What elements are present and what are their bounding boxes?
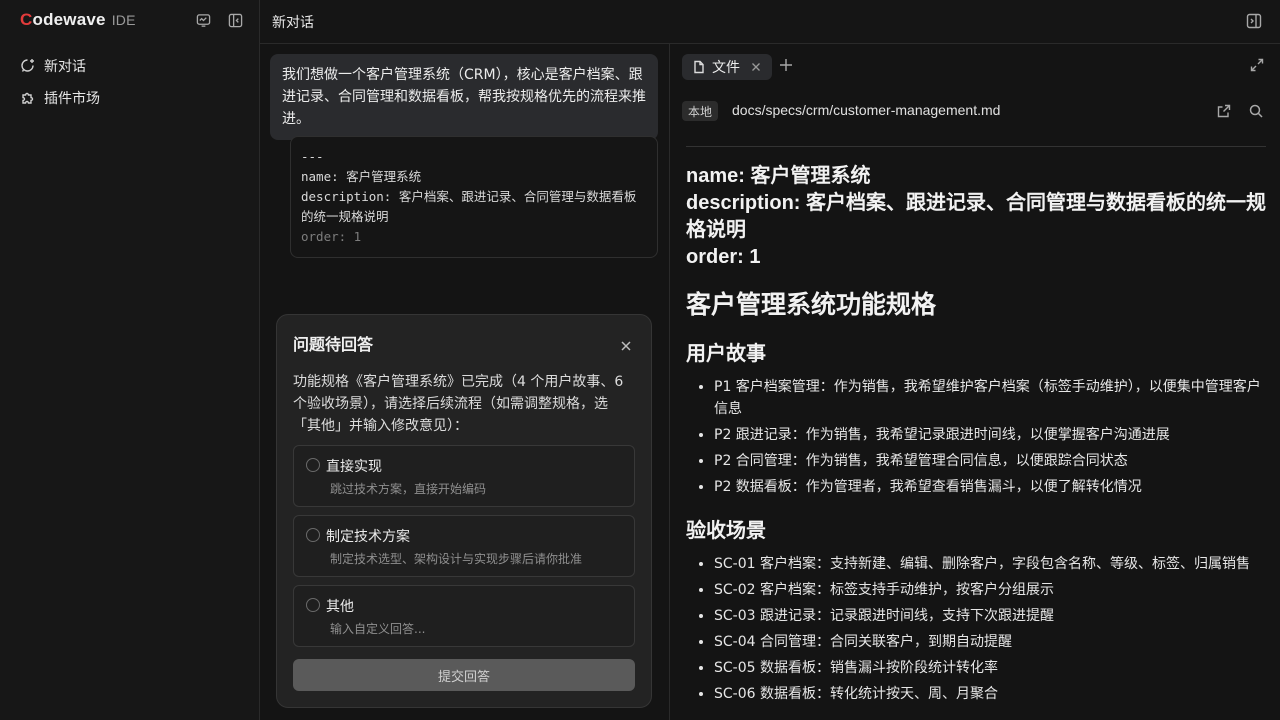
code-line: order: 1 xyxy=(301,229,362,244)
list-item: P2 合同管理：作为销售，我希望管理合同信息，以便跟踪合同状态 xyxy=(714,450,1266,472)
location-badge: 本地 xyxy=(682,101,719,121)
radio-button[interactable] xyxy=(306,528,320,542)
logo-suffix: IDE xyxy=(111,12,136,28)
add-tab-icon[interactable] xyxy=(778,57,794,73)
question-description: 功能规格《客户管理系统》已完成（4 个用户故事、6 个验收场景），请选择后续流程… xyxy=(293,374,624,434)
list-item: SC-06 数据看板：转化统计按天、周、月聚合 xyxy=(714,683,1266,705)
user-stories-list: P1 客户档案管理：作为销售，我希望维护客户档案（标签手动维护），以便集中管理客… xyxy=(686,376,1266,498)
conversation-title: 新对话 xyxy=(272,14,314,31)
option-direct-implement[interactable]: 直接实现 跳过技术方案，直接开始编码 xyxy=(293,445,635,507)
logo-name: odewave xyxy=(32,10,106,29)
option-other[interactable]: 其他 输入自定义回答... xyxy=(293,585,635,647)
collapse-sidebar-icon[interactable] xyxy=(226,11,244,29)
sidebar: Codewave IDE 新对话 插件市场 xyxy=(0,0,260,720)
code-line: --- xyxy=(301,149,324,164)
doc-heading-1: 客户管理系统功能规格 xyxy=(686,291,937,319)
tab-file[interactable]: 文件 xyxy=(682,54,772,80)
puzzle-icon xyxy=(20,90,36,106)
file-path: docs/specs/crm/customer-management.md xyxy=(732,102,1001,118)
close-icon[interactable] xyxy=(619,339,633,353)
chat-history-icon[interactable] xyxy=(194,11,212,29)
scenarios-list: SC-01 客户档案：支持新建、编辑、删除客户，字段包含名称、等级、标签、归属销… xyxy=(686,553,1266,705)
code-line: name: 客户管理系统 xyxy=(301,169,422,184)
open-external-icon[interactable] xyxy=(1216,103,1232,119)
list-item: SC-01 客户档案：支持新建、编辑、删除客户，字段包含名称、等级、标签、归属销… xyxy=(714,553,1266,575)
list-item: SC-02 客户档案：标签支持手动维护，按客户分组展示 xyxy=(714,579,1266,601)
radio-button[interactable] xyxy=(306,458,320,472)
submit-answer-button[interactable]: 提交回答 xyxy=(293,659,635,691)
markdown-preview: name: 客户管理系统 description: 客户档案、跟进记录、合同管理… xyxy=(686,146,1266,709)
user-message: 我们想做一个客户管理系统（CRM），核心是客户档案、跟进记录、合同管理和数据看板… xyxy=(270,54,658,140)
sidebar-header: Codewave IDE xyxy=(0,0,259,42)
sidebar-item-new-chat[interactable]: 新对话 xyxy=(0,50,259,82)
divider xyxy=(686,146,1266,147)
list-item: SC-04 合同管理：合同关联客户，到期自动提醒 xyxy=(714,631,1266,653)
sidebar-item-label: 插件市场 xyxy=(44,91,100,107)
doc-heading-scenarios: 验收场景 xyxy=(686,520,766,542)
frontmatter-line: name: 客户管理系统 xyxy=(686,165,871,187)
list-item: SC-05 数据看板：销售漏斗按阶段统计转化率 xyxy=(714,657,1266,679)
topbar: 新对话 xyxy=(260,0,1280,44)
doc-heading-stories: 用户故事 xyxy=(686,343,766,365)
app-logo: Codewave IDE xyxy=(20,10,136,30)
close-tab-icon[interactable] xyxy=(750,61,762,73)
option-custom-input[interactable]: 输入自定义回答... xyxy=(330,620,425,637)
tab-label: 文件 xyxy=(712,60,740,76)
question-panel: 问题待回答 功能规格《客户管理系统》已完成（4 个用户故事、6 个验收场景），请… xyxy=(276,314,652,708)
list-item: P1 客户档案管理：作为销售，我希望维护客户档案（标签手动维护），以便集中管理客… xyxy=(714,376,1266,420)
file-pathbar: 本地 docs/specs/crm/customer-management.md xyxy=(670,88,1280,134)
chat-panel: 我们想做一个客户管理系统（CRM），核心是客户档案、跟进记录、合同管理和数据看板… xyxy=(260,44,669,720)
option-label: 其他 xyxy=(326,599,354,615)
code-line: description: 客户档案、跟进记录、合同管理与数据看板的统一规格说明 xyxy=(301,189,637,224)
sidebar-item-label: 新对话 xyxy=(44,59,86,75)
radio-button[interactable] xyxy=(306,598,320,612)
doc-tabbar: 文件 xyxy=(670,44,1280,88)
main-area: 新对话 我们想做一个客户管理系统（CRM），核心是客户档案、跟进记录、合同管理和… xyxy=(260,0,1280,720)
sidebar-item-plugin-market[interactable]: 插件市场 xyxy=(0,82,259,114)
logo-first-letter: C xyxy=(20,10,33,29)
document-panel: 文件 本地 docs/specs/crm/customer-management… xyxy=(669,44,1280,720)
file-icon xyxy=(692,60,706,74)
list-item: SC-03 跟进记录：记录跟进时间线，支持下次跟进提醒 xyxy=(714,605,1266,627)
toggle-panel-icon[interactable] xyxy=(1246,13,1264,31)
question-title: 问题待回答 xyxy=(293,335,374,354)
frontmatter-line: order: 1 xyxy=(686,246,761,268)
option-description: 制定技术选型、架构设计与实现步骤后请你批准 xyxy=(330,552,583,566)
list-item: P2 数据看板：作为管理者，我希望查看销售漏斗，以便了解转化情况 xyxy=(714,476,1266,498)
option-description: 跳过技术方案，直接开始编码 xyxy=(330,482,487,496)
search-icon[interactable] xyxy=(1248,103,1264,119)
sidebar-nav: 新对话 插件市场 xyxy=(0,50,259,114)
list-item: P2 跟进记录：作为销售，我希望记录跟进时间线，以便掌握客户沟通进展 xyxy=(714,424,1266,446)
option-label: 直接实现 xyxy=(326,459,382,475)
option-label: 制定技术方案 xyxy=(326,529,410,545)
code-block: --- name: 客户管理系统 description: 客户档案、跟进记录、… xyxy=(290,136,658,258)
frontmatter-line: description: 客户档案、跟进记录、合同管理与数据看板的统一规格说明 xyxy=(686,192,1267,241)
new-chat-icon xyxy=(20,58,36,74)
option-tech-plan[interactable]: 制定技术方案 制定技术选型、架构设计与实现步骤后请你批准 xyxy=(293,515,635,577)
expand-icon[interactable] xyxy=(1250,58,1264,72)
